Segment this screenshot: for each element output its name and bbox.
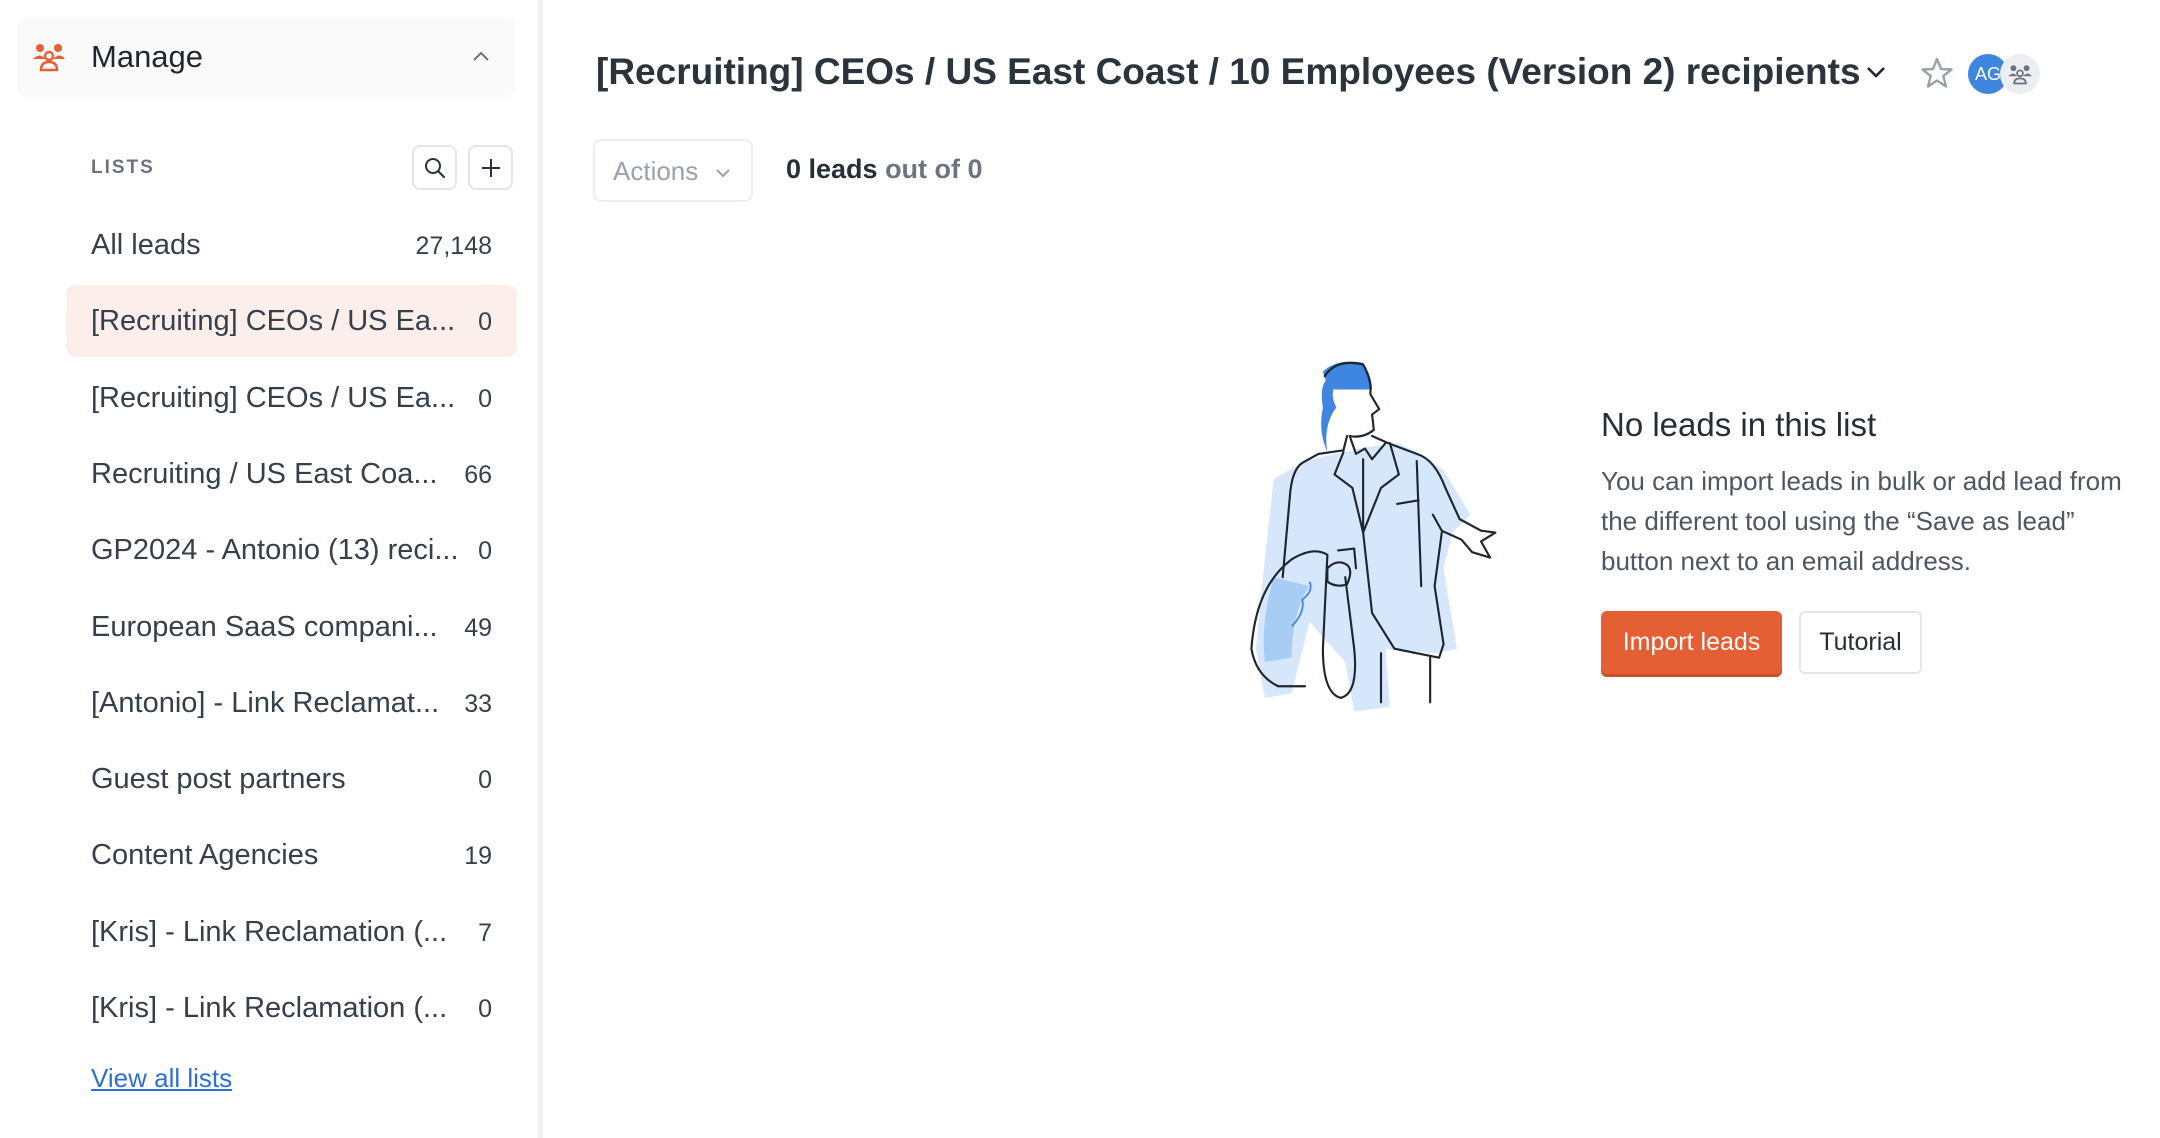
list-item-name: [Kris] - Link Reclamation (...: [91, 992, 448, 1024]
people-group-icon: [33, 44, 65, 72]
import-leads-button[interactable]: Import leads: [1601, 611, 1782, 674]
list-item[interactable]: All leads 27,148: [66, 209, 517, 281]
sidebar: Manage LISTS All leads 27,148 [Recruiting]…: [0, 0, 538, 1138]
list-item[interactable]: Content Agencies 19: [66, 819, 517, 891]
list-item[interactable]: Guest post partners 0: [66, 743, 517, 815]
manage-section-toggle[interactable]: Manage: [17, 17, 515, 97]
list-item[interactable]: European SaaS compani... 49: [66, 591, 517, 663]
leads-count-total: out of 0: [877, 154, 983, 184]
list-item-count: 27,148: [415, 232, 492, 260]
search-lists-button[interactable]: [412, 145, 457, 190]
list-item-count: 33: [464, 689, 492, 718]
list-item-count: 0: [478, 537, 492, 566]
chevron-down-icon: [716, 169, 730, 178]
list-item[interactable]: [Kris] - Link Reclamation (... 7: [66, 896, 517, 968]
list-item-name: [Antonio] - Link Reclamat...: [91, 686, 440, 719]
list-item-count: 49: [464, 613, 492, 642]
view-all-lists-link[interactable]: View all lists: [91, 1063, 232, 1094]
list-item-name: Guest post partners: [91, 763, 346, 796]
list-item-count: 7: [478, 918, 492, 947]
empty-state-title: No leads in this list: [1601, 406, 1877, 443]
team-icon: [2008, 65, 2032, 85]
list-item-name: [Recruiting] CEOs / US Ea...: [91, 305, 456, 338]
tutorial-button[interactable]: Tutorial: [1799, 611, 1922, 674]
actions-label: Actions: [613, 156, 699, 186]
list-item[interactable]: [Recruiting] CEOs / US Ea... 0: [66, 285, 517, 358]
chevron-up-icon[interactable]: [469, 45, 493, 69]
list-item-count: 19: [464, 842, 492, 871]
list-item-count: 66: [464, 460, 492, 489]
list-item[interactable]: [Kris] - Link Reclamation (... 0: [66, 972, 517, 1044]
search-icon: [424, 157, 445, 178]
team-avatar[interactable]: [2000, 54, 2040, 94]
actions-dropdown[interactable]: Actions: [593, 139, 753, 202]
list-item-count: 0: [478, 308, 492, 337]
leads-count-value: 0 leads: [786, 154, 878, 184]
avatar-initials: AG: [1974, 63, 2001, 84]
list-item[interactable]: GP2024 - Antonio (13) reci... 0: [66, 514, 517, 586]
page-title: [Recruiting] CEOs / US East Coast / 10 E…: [596, 51, 1861, 92]
list-item[interactable]: Recruiting / US East Coa... 66: [66, 438, 517, 510]
list-item[interactable]: [Antonio] - Link Reclamat... 33: [66, 667, 517, 739]
add-list-button[interactable]: [468, 145, 513, 190]
list-item-name: All leads: [91, 229, 201, 261]
leads-count: 0 leads out of 0: [786, 154, 983, 185]
list-item-name: Recruiting / US East Coa...: [91, 457, 438, 490]
lists-section-label: LISTS: [91, 157, 155, 178]
list-item-count: 0: [478, 995, 492, 1023]
empty-state-description: You can import leads in bulk or add lead…: [1601, 466, 2122, 576]
list-item[interactable]: [Recruiting] CEOs / US Ea... 0: [66, 362, 517, 434]
list-item-name: GP2024 - Antonio (13) reci...: [91, 534, 459, 567]
plus-icon: [481, 158, 500, 177]
list-item-name: [Kris] - Link Reclamation (...: [91, 915, 448, 948]
list-item-name: [Recruiting] CEOs / US Ea...: [91, 381, 456, 414]
sidebar-divider: [538, 0, 543, 1138]
list-item-count: 0: [478, 384, 492, 413]
list-item-name: Content Agencies: [91, 839, 319, 872]
list-item-name: European SaaS compani...: [91, 610, 438, 643]
list-item-count: 0: [478, 766, 492, 795]
chevron-down-icon[interactable]: [1862, 58, 1890, 86]
star-icon[interactable]: [1920, 56, 1954, 90]
man-with-coat-illustration: [1250, 361, 1497, 712]
manage-section-title: Manage: [91, 39, 204, 74]
